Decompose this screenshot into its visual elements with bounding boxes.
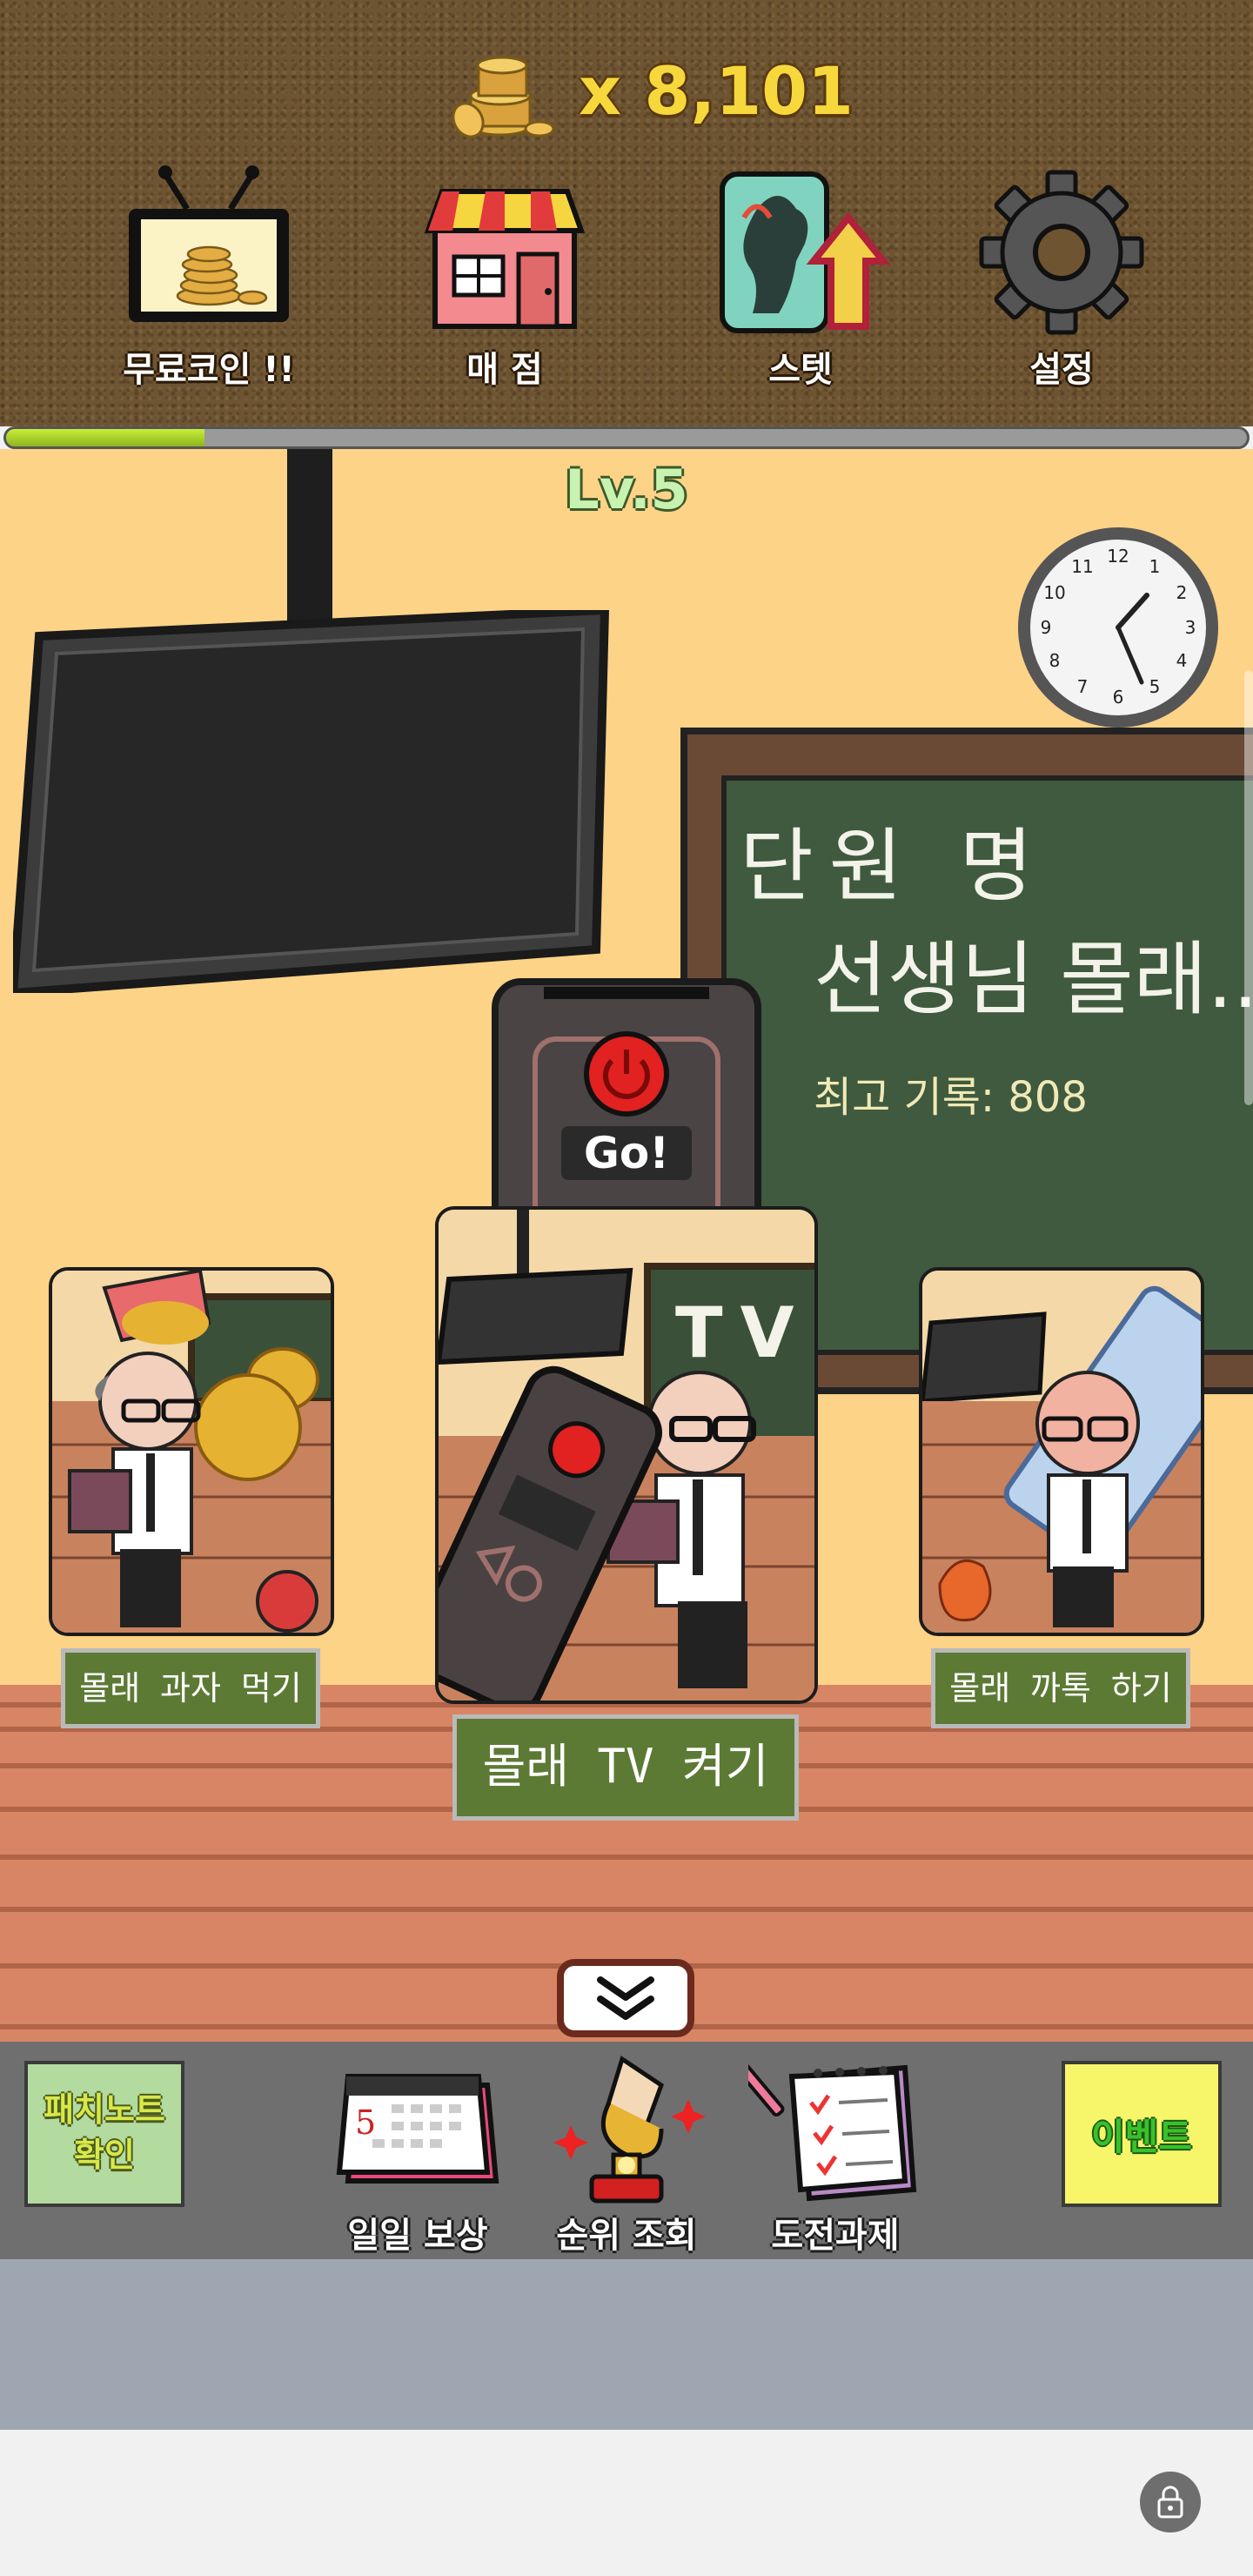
svg-text:5: 5: [1149, 676, 1161, 697]
svg-text:8: 8: [1049, 650, 1061, 671]
teacher-phone-illustration: [922, 1271, 1201, 1633]
coin-pile-icon: [452, 56, 555, 138]
stage-chat-label[interactable]: 몰래 까톡 하기: [931, 1648, 1190, 1728]
go-remote[interactable]: [492, 978, 761, 1239]
challenge-button[interactable]: 도전과제: [731, 2050, 940, 2259]
ranking-button[interactable]: 순위 조회: [522, 2050, 731, 2259]
calendar-day-number: 5: [355, 2103, 376, 2142]
teacher-tv-illustration: [439, 1210, 814, 1701]
svg-text:4: 4: [1176, 650, 1188, 671]
settings-button[interactable]: 설정: [966, 157, 1157, 390]
svg-text:6: 6: [1113, 687, 1124, 708]
patch-note-label-line1: 패치노트: [44, 2090, 165, 2129]
top-hud: x 8,101 무료코인 !! 매 점 스텟 설정: [0, 0, 1253, 426]
level-indicator: Lv.5: [565, 458, 688, 521]
svg-text:12: 12: [1107, 546, 1129, 567]
stage-card-snack[interactable]: [49, 1267, 334, 1636]
svg-text:11: 11: [1071, 556, 1093, 577]
svg-text:7: 7: [1077, 676, 1089, 697]
best-record: 최고 기록: 808: [814, 1073, 1088, 1122]
shop-label: 매 점: [466, 350, 543, 390]
stage-card-tv[interactable]: TV: [435, 1206, 818, 1704]
stat-button[interactable]: 스텟: [705, 157, 896, 390]
svg-text:1: 1: [1149, 556, 1161, 577]
teacher-snack-illustration: [52, 1271, 331, 1633]
chevron-down-icon[interactable]: [557, 1959, 694, 2037]
tv-coins-icon: [129, 165, 289, 322]
patch-note-label-line2: 확인: [74, 2136, 135, 2174]
daily-reward-label: 일일 보상: [347, 2216, 488, 2256]
tv-card-text: TV: [675, 1292, 812, 1373]
event-button[interactable]: 이벤트: [1062, 2061, 1222, 2207]
svg-text:9: 9: [1041, 617, 1052, 638]
level-progress-fill: [6, 429, 205, 446]
ad-banner-area: [0, 2259, 1253, 2430]
svg-text:3: 3: [1185, 617, 1196, 638]
level-progress-bar: [3, 426, 1250, 449]
trophy-icon: [553, 2056, 706, 2204]
system-nav-area: [0, 2430, 1253, 2576]
edge-panel-handle[interactable]: [1244, 670, 1253, 1105]
classroom-tv: [13, 610, 610, 993]
stat-label: 스텟: [768, 350, 833, 390]
settings-label: 설정: [1029, 350, 1094, 390]
checklist-icon: [748, 2062, 917, 2202]
coin-count: x 8,101: [579, 52, 854, 130]
stage-tv-label[interactable]: 몰래 TV 켜기: [452, 1714, 799, 1821]
chalkboard-subtitle: 선생님 몰래...: [814, 933, 1253, 1026]
free-coin-button[interactable]: 무료코인 !!: [113, 157, 305, 390]
lock-icon[interactable]: [1140, 2472, 1201, 2532]
clock-icon: 12 12 3 45 6 78 9 10 11: [1018, 527, 1218, 728]
stat-upgrade-icon: [720, 171, 891, 333]
gear-icon: [979, 170, 1144, 335]
ranking-label: 순위 조회: [556, 2216, 697, 2256]
go-button[interactable]: Go!: [561, 1126, 692, 1180]
tv-mount-pole: [287, 449, 332, 623]
classroom-scene: 단원 명 선생님 몰래... 최고 기록: 808 Lv.5 12 1 2 3 45 …: [0, 449, 1253, 2042]
stage-snack-label[interactable]: 몰래 과자 먹기: [61, 1648, 320, 1728]
free-coin-label: 무료코인 !!: [123, 350, 295, 390]
daily-reward-button[interactable]: 5 일일 보상: [313, 2050, 522, 2259]
stage-card-chat[interactable]: [919, 1267, 1204, 1636]
svg-text:2: 2: [1176, 582, 1188, 603]
shop-button[interactable]: 매 점: [409, 157, 600, 390]
shop-icon: [424, 189, 586, 329]
challenge-label: 도전과제: [771, 2216, 900, 2256]
calendar-icon: 5: [336, 2074, 499, 2184]
svg-text:10: 10: [1043, 582, 1065, 603]
chalkboard-title: 단원 명: [740, 820, 1049, 913]
patch-note-button[interactable]: 패치노트 확인: [24, 2061, 184, 2207]
